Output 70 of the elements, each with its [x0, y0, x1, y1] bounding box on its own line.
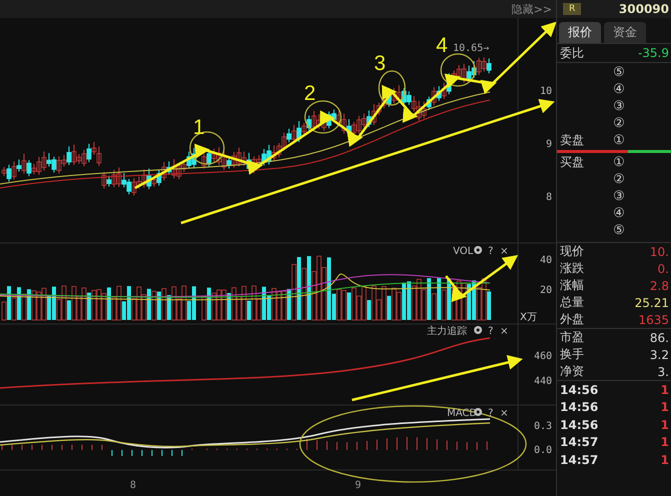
axis-label: 20 [540, 285, 552, 296]
stat-label: 外盘 [560, 311, 584, 328]
ask-level: ⑤ [612, 65, 625, 80]
bid-label: 买盘 [560, 154, 584, 171]
ask-level: ① [612, 133, 625, 148]
axis-label: 8 [546, 192, 552, 203]
stat-value: 10. [650, 244, 669, 258]
stat-value: 3.2 [650, 348, 669, 362]
close-button[interactable]: × [500, 326, 508, 337]
trade-time: 14:56 [560, 400, 598, 414]
stat-label: 市盈 [560, 329, 584, 346]
price-tag: 10.65→ [453, 43, 490, 54]
stat-value: 3. [658, 364, 669, 378]
stat-label: 现价 [560, 243, 584, 260]
help-button[interactable]: ? [488, 246, 494, 257]
close-button[interactable]: × [500, 246, 508, 257]
axis-label: 0.3 [534, 421, 552, 432]
stat-label: 涨跌 [560, 260, 584, 277]
bid-level: ③ [612, 189, 625, 204]
close-button[interactable]: × [500, 408, 508, 419]
axis-label: 440 [534, 376, 552, 387]
stat-value: 86. [650, 330, 669, 344]
ratio-label: 委比 [560, 44, 584, 62]
trade-price: 1 [660, 452, 669, 467]
bid-level: ① [612, 155, 625, 170]
trade-price: 1 [660, 418, 669, 432]
ask-label: 卖盘 [560, 132, 584, 149]
trade-price: 1 [660, 382, 669, 397]
date-label: 8 [130, 480, 136, 491]
axis-label: 460 [534, 351, 552, 362]
tab[interactable]: 资金 [604, 22, 646, 43]
ask-level: ③ [612, 99, 625, 114]
trade-price: 1 [660, 435, 669, 450]
bid-level: ⑤ [612, 223, 625, 238]
hide-link[interactable]: 隐藏>> [512, 3, 552, 16]
stat-value: 25.21 [634, 296, 669, 310]
stat-label: 总量 [560, 294, 584, 311]
help-button[interactable]: ? [488, 326, 494, 337]
axis-label: 9 [546, 139, 552, 150]
ask-level: ② [612, 116, 625, 131]
trade-time: 14:56 [560, 418, 598, 432]
wave-number: 4 [436, 34, 448, 57]
help-button[interactable]: ? [488, 408, 494, 419]
trade-time: 14:57 [560, 435, 598, 450]
date-label: 9 [355, 480, 362, 491]
axis-label: 40 [540, 255, 552, 266]
trade-time: 14:57 [560, 452, 598, 467]
stock-code: 300090 [618, 2, 669, 16]
tab[interactable]: 报价 [559, 22, 601, 43]
stat-value: 2.8 [650, 278, 669, 292]
axis-label: 10 [540, 86, 552, 97]
stat-label: 换手 [560, 346, 584, 363]
stat-label: 净资 [560, 363, 584, 380]
stat-value: 0. [658, 262, 669, 276]
unit-label: X万 [520, 312, 537, 323]
stat-value: 1635 [638, 312, 669, 326]
panel-title: 主力追踪 [427, 326, 467, 337]
bid-level: ④ [612, 206, 625, 221]
wave-number: 3 [374, 52, 386, 75]
bid-level: ② [612, 172, 625, 187]
wave-number: 2 [304, 82, 316, 105]
axis-label: 0.0 [534, 445, 552, 456]
badge: R [563, 3, 582, 15]
trade-price: 1 [660, 400, 669, 414]
panel-title: VOL [453, 246, 474, 257]
ratio-value: -35.9 [638, 46, 669, 60]
ask-level: ④ [612, 82, 625, 97]
stat-label: 涨幅 [560, 277, 584, 294]
trade-time: 14:56 [560, 382, 598, 397]
wave-number: 1 [193, 116, 205, 139]
